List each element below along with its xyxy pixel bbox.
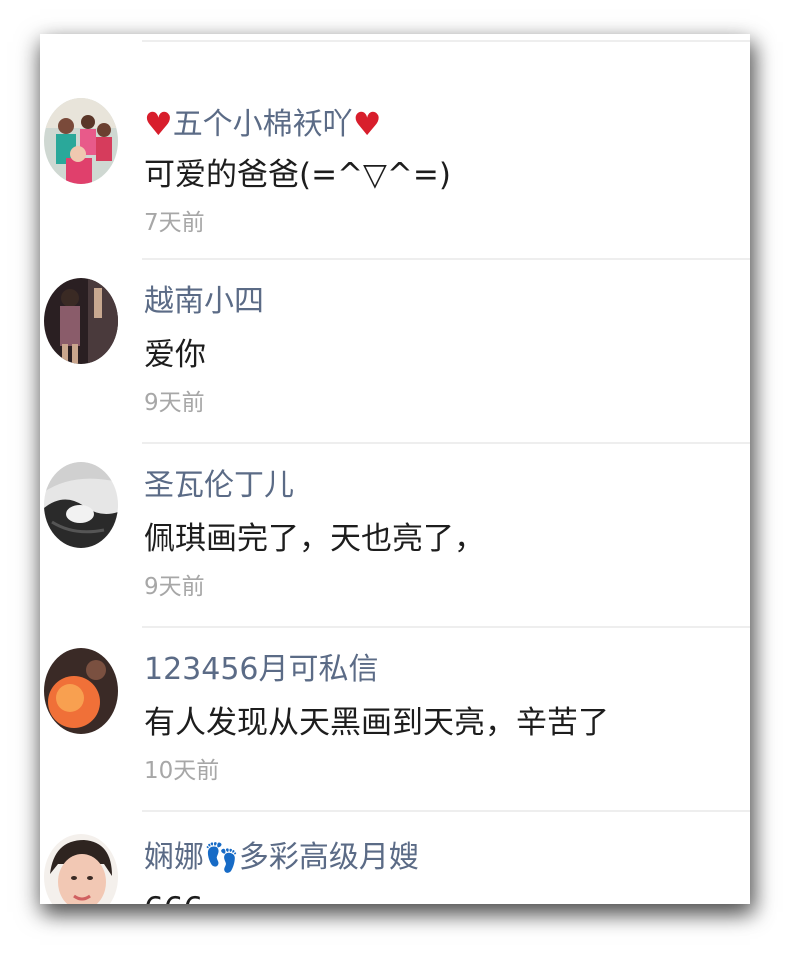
comment-list: ♥五个小棉袄吖♥ 可爱的爸爸(=^▽^=) 7天前 越南小四 爱你 9天前 圣瓦… bbox=[40, 34, 750, 904]
comment-item[interactable]: 123456月可私信 有人发现从天黑画到天亮，辛苦了 10天前 bbox=[40, 628, 750, 812]
comment-author[interactable]: 123456月可私信 bbox=[144, 650, 379, 690]
author-name-part: 多彩高级月嫂 bbox=[238, 840, 419, 875]
comment-text: 佩琪画完了，天也亮了， bbox=[144, 521, 485, 557]
comment-time: 10天前 bbox=[144, 758, 220, 784]
comment-time: 9天前 bbox=[144, 574, 205, 600]
heart-icon: ♥ bbox=[144, 105, 173, 143]
comment-time: 9天前 bbox=[144, 390, 205, 416]
comment-text: 可爱的爸爸(=^▽^=) bbox=[144, 157, 451, 193]
divider bbox=[142, 40, 750, 42]
avatar[interactable] bbox=[44, 648, 118, 734]
comment-author[interactable]: 圣瓦伦丁儿 bbox=[144, 466, 294, 506]
comment-item[interactable]: 越南小四 爱你 9天前 bbox=[40, 260, 750, 444]
comment-text: 666 bbox=[144, 888, 203, 904]
avatar[interactable] bbox=[44, 462, 118, 548]
author-name-part: 娴娜 bbox=[144, 840, 204, 875]
comment-text: 有人发现从天黑画到天亮，辛苦了 bbox=[144, 705, 609, 741]
avatar[interactable] bbox=[44, 834, 118, 904]
avatar-photo-bw-face-icon bbox=[44, 462, 118, 548]
comment-author[interactable]: 娴娜👣多彩高级月嫂 bbox=[144, 838, 419, 878]
avatar[interactable] bbox=[44, 98, 118, 184]
comment-author[interactable]: 越南小四 bbox=[144, 282, 264, 322]
comment-author[interactable]: ♥五个小棉袄吖♥ bbox=[144, 104, 381, 145]
comment-item[interactable]: 圣瓦伦丁儿 佩琪画完了，天也亮了， 9天前 bbox=[40, 444, 750, 628]
author-name: 五个小棉袄吖 bbox=[172, 107, 353, 142]
avatar[interactable] bbox=[44, 278, 118, 364]
avatar-photo-person-night-icon bbox=[44, 278, 118, 364]
avatar-photo-orange-glow-icon bbox=[44, 648, 118, 734]
heart-icon: ♥ bbox=[352, 105, 382, 143]
footprints-icon: 👣 bbox=[204, 841, 239, 874]
avatar-photo-children-icon bbox=[44, 98, 118, 184]
avatar-photo-woman-face-icon bbox=[44, 834, 118, 904]
comment-text: 爱你 bbox=[144, 337, 206, 373]
comment-item[interactable]: 娴娜👣多彩高级月嫂 666 bbox=[40, 812, 750, 904]
comment-item[interactable]: ♥五个小棉袄吖♥ 可爱的爸爸(=^▽^=) 7天前 bbox=[40, 74, 750, 260]
comment-time: 7天前 bbox=[144, 210, 205, 236]
